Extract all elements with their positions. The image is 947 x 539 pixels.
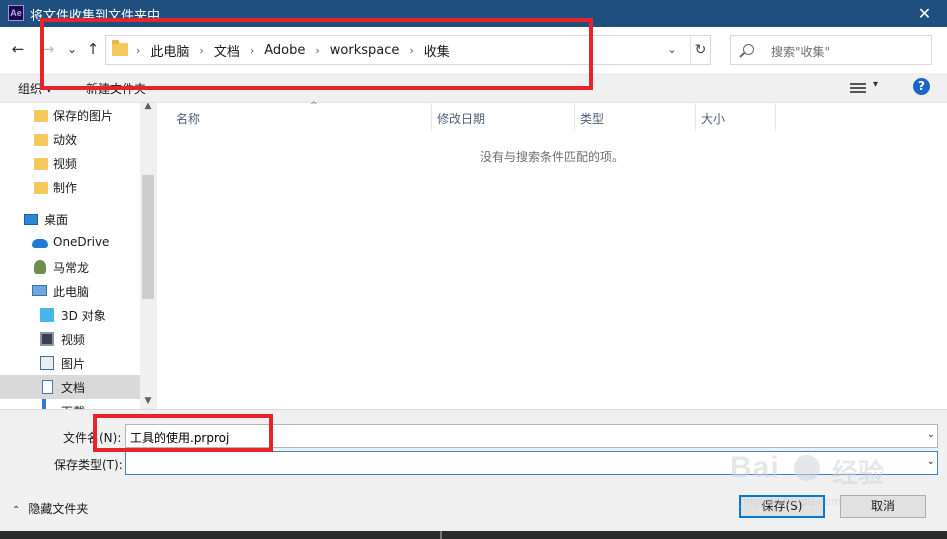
after-effects-app-icon: Ae [8, 5, 24, 21]
view-dropdown-icon[interactable]: ▾ [873, 79, 878, 90]
refresh-icon[interactable]: ↻ [690, 36, 710, 64]
help-icon[interactable]: ? [913, 78, 930, 95]
column-header-label: 大小 [701, 112, 726, 126]
folder-icon [34, 110, 48, 122]
videos-icon [40, 332, 54, 346]
filetype-label: 保存类型(T): [54, 458, 123, 472]
sidebar-scrollbar[interactable]: ▲ ▼ [140, 103, 156, 409]
watermark-brand-cn: 经验 [832, 459, 885, 489]
scroll-up-arrow-icon[interactable]: ▲ [140, 103, 156, 115]
search-placeholder: 搜索"收集" [771, 45, 831, 59]
scroll-down-arrow-icon[interactable]: ▼ [140, 396, 156, 409]
sidebar-item-label: 文档 [61, 381, 86, 395]
close-icon[interactable]: ✕ [902, 0, 947, 27]
sidebar-item-label: OneDrive [53, 235, 110, 249]
sidebar-item-label: 图片 [61, 357, 86, 371]
sidebar-item-downloads[interactable]: 下载 [0, 399, 140, 409]
sidebar-item-animation[interactable]: 动效 [0, 127, 140, 151]
downloads-icon [42, 399, 46, 409]
pictures-icon [40, 356, 54, 370]
column-header-size[interactable]: 大小 [696, 103, 776, 131]
hide-folders-toggle[interactable]: ⌃ 隐藏文件夹 [12, 500, 88, 517]
sidebar-item-3d-objects[interactable]: 3D 对象 [0, 303, 140, 327]
folder-icon [34, 182, 48, 194]
column-header-label: 修改日期 [437, 112, 486, 126]
folder-icon [34, 134, 48, 146]
watermark-url: jingyan.baidu.com [740, 495, 842, 508]
baidu-jingyan-watermark: Bai 经验 jingyan.baidu.com [720, 451, 920, 511]
watermark-brand: Bai [730, 451, 780, 484]
sidebar-item-user[interactable]: 马常龙 [0, 255, 140, 279]
sidebar-item-label: 视频 [53, 157, 78, 171]
column-header-name[interactable]: 名称 ^ [171, 101, 432, 131]
sidebar-item-saved-pictures[interactable]: 保存的图片 [0, 103, 140, 127]
sidebar-item-desktop[interactable]: 桌面 [0, 207, 140, 231]
column-header-label: 类型 [580, 112, 605, 126]
sidebar-item-video-folder[interactable]: 视频 [0, 151, 140, 175]
view-options-icon[interactable] [850, 81, 866, 95]
sidebar-item-videos[interactable]: 视频 [0, 327, 140, 351]
sidebar-item-documents[interactable]: 文档 [0, 375, 140, 399]
sidebar-item-label: 此电脑 [53, 285, 90, 299]
column-header-type[interactable]: 类型 [575, 103, 696, 131]
filetype-dropdown-icon[interactable]: ⌄ [927, 456, 935, 467]
desktop-icon [24, 214, 38, 225]
scrollbar-thumb[interactable] [142, 175, 154, 299]
column-header-label: 名称 [176, 112, 201, 126]
sidebar-item-pictures[interactable]: 图片 [0, 351, 140, 375]
sidebar-item-this-pc[interactable]: 此电脑 [0, 279, 140, 303]
sidebar-item-onedrive[interactable]: OneDrive [0, 231, 140, 255]
empty-results-text: 没有与搜索条件匹配的项。 [480, 150, 625, 164]
taskbar-strip [0, 531, 947, 539]
user-icon [34, 260, 46, 274]
folder-icon [34, 158, 48, 170]
sidebar-item-production[interactable]: 制作 [0, 175, 140, 199]
sidebar-item-label: 动效 [53, 133, 78, 147]
sort-ascending-icon: ^ [310, 101, 318, 111]
address-history-chevron-icon[interactable]: ⌄ [664, 42, 680, 58]
sidebar-item-label: 制作 [53, 181, 78, 195]
pc-icon [32, 285, 47, 296]
column-header-modified[interactable]: 修改日期 [432, 103, 575, 131]
onedrive-icon [32, 239, 48, 248]
search-icon [743, 44, 754, 55]
3d-objects-icon [40, 308, 54, 322]
hide-folders-label: 隐藏文件夹 [28, 502, 89, 516]
navigation-pane: 保存的图片 动效 视频 制作 桌面 OneDrive 马常龙 此电脑 3D 对象… [0, 103, 156, 409]
chevron-up-icon: ⌃ [12, 505, 21, 516]
sidebar-item-label: 桌面 [44, 213, 69, 227]
back-arrow-icon[interactable]: ← [8, 39, 28, 59]
sidebar-item-label: 保存的图片 [53, 109, 114, 123]
filename-dropdown-icon[interactable]: ⌄ [927, 429, 935, 440]
sidebar-item-label: 3D 对象 [61, 309, 106, 323]
sidebar-item-label: 马常龙 [53, 261, 90, 275]
address-highlight-box [40, 18, 593, 90]
sidebar-item-label: 视频 [61, 333, 86, 347]
paw-logo-icon [794, 455, 820, 481]
filename-highlight-box [93, 414, 273, 452]
file-list: 名称 ^ 修改日期 类型 大小 没有与搜索条件匹配的项。 [157, 101, 947, 409]
documents-icon [42, 380, 53, 394]
search-input[interactable]: 搜索"收集" [730, 35, 932, 65]
